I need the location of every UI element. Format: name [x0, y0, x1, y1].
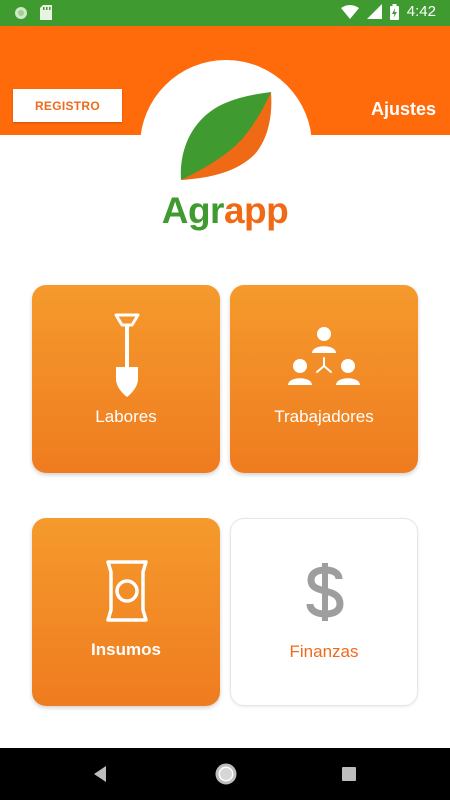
tile-finanzas-label: Finanzas	[289, 642, 359, 661]
ajustes-link[interactable]: Ajustes	[371, 99, 436, 120]
sd-card-icon	[40, 5, 52, 20]
dollar-icon	[306, 563, 344, 621]
recents-icon[interactable]	[342, 767, 356, 781]
supply-bag-icon	[106, 560, 148, 622]
signal-icon	[366, 4, 382, 19]
workers-icon	[288, 327, 360, 385]
logo-text-agr: Agr	[161, 190, 225, 231]
tile-finanzas[interactable]: Finanzas	[230, 518, 418, 706]
back-icon[interactable]	[92, 765, 108, 783]
shovel-icon	[114, 313, 140, 397]
status-time: 4:42	[406, 3, 436, 20]
tile-insumos-label: Insumos	[91, 640, 161, 659]
tile-trabajadores[interactable]: Trabajadores	[230, 285, 418, 473]
tile-trabajadores-label: Trabajadores	[274, 407, 374, 426]
logo-text-app: app	[223, 190, 289, 231]
circle-notification-icon	[14, 6, 28, 20]
battery-charging-icon	[389, 3, 399, 20]
home-icon[interactable]	[215, 763, 237, 785]
registro-button[interactable]: REGISTRO	[13, 89, 122, 122]
status-bar: 4:42	[0, 0, 450, 26]
navigation-bar	[0, 748, 450, 800]
wifi-icon	[340, 4, 359, 19]
app-logo-text: Agrapp	[0, 190, 450, 232]
tile-labores-label: Labores	[95, 407, 157, 426]
tile-insumos[interactable]: Insumos	[32, 518, 220, 706]
leaf-logo-icon	[180, 92, 272, 180]
tile-labores[interactable]: Labores	[32, 285, 220, 473]
